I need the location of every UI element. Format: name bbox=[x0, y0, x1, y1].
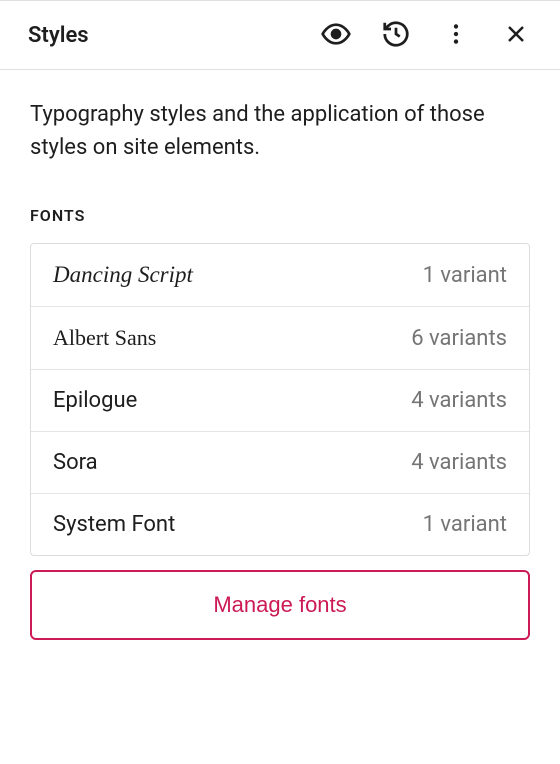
history-icon bbox=[381, 19, 411, 52]
fonts-section-label: FONTS bbox=[30, 206, 530, 225]
font-variants: 1 variant bbox=[423, 263, 507, 288]
more-options-button[interactable] bbox=[440, 19, 472, 51]
close-button[interactable] bbox=[500, 19, 532, 51]
font-variants: 4 variants bbox=[411, 450, 507, 475]
manage-fonts-button[interactable]: Manage fonts bbox=[30, 570, 530, 640]
revisions-button[interactable] bbox=[380, 19, 412, 51]
style-book-button[interactable] bbox=[320, 19, 352, 51]
font-row-albert-sans[interactable]: Albert Sans 6 variants bbox=[31, 307, 529, 370]
panel-header: Styles bbox=[0, 0, 560, 70]
panel-content: Typography styles and the application of… bbox=[0, 70, 560, 640]
font-name: Albert Sans bbox=[53, 325, 156, 351]
font-variants: 6 variants bbox=[411, 326, 507, 351]
font-row-epilogue[interactable]: Epilogue 4 variants bbox=[31, 370, 529, 432]
close-icon bbox=[504, 22, 528, 49]
font-name: Epilogue bbox=[53, 388, 137, 413]
header-actions bbox=[320, 19, 532, 51]
font-name: System Font bbox=[53, 512, 175, 537]
font-row-sora[interactable]: Sora 4 variants bbox=[31, 432, 529, 494]
font-name: Dancing Script bbox=[53, 262, 193, 288]
panel-title: Styles bbox=[28, 23, 320, 48]
font-variants: 4 variants bbox=[411, 388, 507, 413]
eye-icon bbox=[320, 18, 352, 53]
font-name: Sora bbox=[53, 450, 98, 475]
font-row-dancing-script[interactable]: Dancing Script 1 variant bbox=[31, 244, 529, 307]
font-list: Dancing Script 1 variant Albert Sans 6 v… bbox=[30, 243, 530, 556]
kebab-menu-icon bbox=[443, 21, 469, 50]
typography-description: Typography styles and the application of… bbox=[30, 98, 530, 164]
font-row-system-font[interactable]: System Font 1 variant bbox=[31, 494, 529, 555]
styles-panel: Styles bbox=[0, 0, 560, 764]
font-variants: 1 variant bbox=[423, 512, 507, 537]
